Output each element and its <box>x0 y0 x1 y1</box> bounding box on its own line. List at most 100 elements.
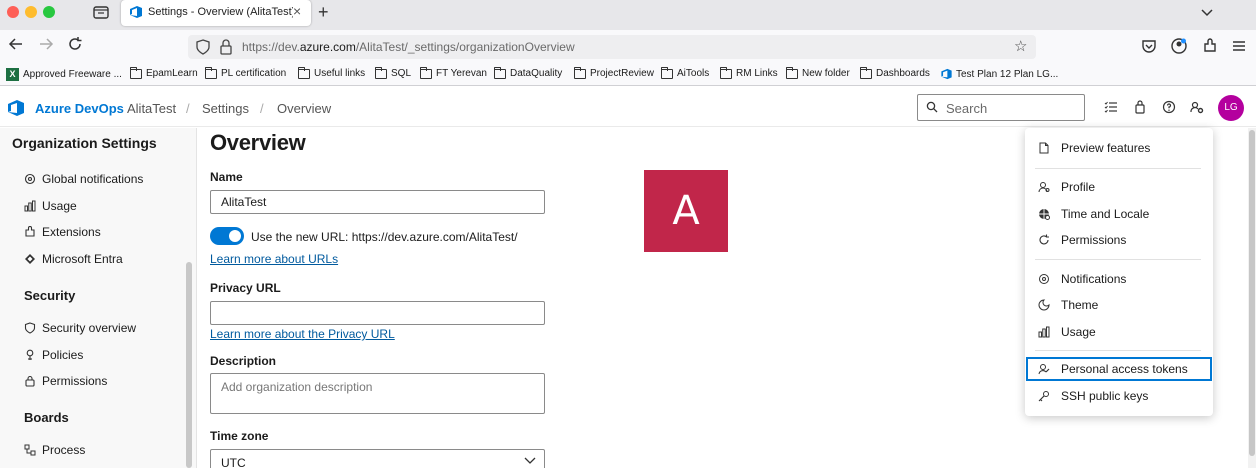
new-url-toggle[interactable] <box>210 227 244 245</box>
bookmark-label: DataQuality <box>510 68 563 79</box>
work-items-list-icon[interactable] <box>1104 100 1118 114</box>
azure-devops-logo-icon[interactable] <box>7 99 25 117</box>
bookmark-item[interactable]: Test Plan 12 Plan LG... <box>940 68 1058 80</box>
forward-arrow-icon[interactable] <box>38 36 54 52</box>
browser-tab-active[interactable]: Settings - Overview (AlitaTest) - × <box>121 0 311 26</box>
url-path: /AlitaTest/_settings/organizationOvervie… <box>355 40 575 54</box>
bookmark-item[interactable]: ProjectReview <box>574 66 654 79</box>
sidebar-item-security-overview[interactable]: Security overview <box>24 321 136 335</box>
menu-item-preview-features[interactable]: Preview features <box>1026 136 1212 160</box>
menu-item-notifications[interactable]: Notifications <box>1026 267 1212 291</box>
bookmark-label: SQL <box>391 68 412 79</box>
window-zoom-button[interactable] <box>43 6 55 18</box>
sidebar-item-policies[interactable]: Policies <box>24 348 83 362</box>
page-scrollbar-thumb[interactable] <box>1249 130 1255 456</box>
search-icon <box>926 101 938 113</box>
window-close-button[interactable] <box>7 6 19 18</box>
excel-icon: X <box>6 68 19 81</box>
menu-item-label: Preview features <box>1061 141 1151 155</box>
sidebar-title: Organization Settings <box>12 135 157 151</box>
menu-divider <box>1035 350 1201 351</box>
bookmark-item[interactable]: PL certification <box>205 66 286 79</box>
bookmark-item[interactable]: EpamLearn <box>130 66 198 79</box>
sidebar-item-extensions[interactable]: Extensions <box>24 225 101 239</box>
folder-icon <box>375 66 387 79</box>
tab-overview-icon[interactable] <box>92 4 110 20</box>
bookmark-item[interactable]: FT Yerevan <box>420 66 487 79</box>
user-settings-menu: Preview features Profile Time and Locale… <box>1025 128 1213 416</box>
menu-item-profile[interactable]: Profile <box>1026 175 1212 199</box>
page-scrollbar[interactable] <box>1248 128 1256 468</box>
process-icon <box>24 444 36 456</box>
breadcrumb-org[interactable]: AlitaTest <box>127 101 176 116</box>
bookmark-item[interactable]: New folder <box>786 66 850 79</box>
menu-item-theme[interactable]: Theme <box>1026 293 1212 317</box>
bookmark-item[interactable]: AiTools <box>661 66 710 79</box>
sidebar-item-process[interactable]: Process <box>24 443 85 457</box>
breadcrumb-overview[interactable]: Overview <box>277 101 331 116</box>
search-input[interactable]: Search <box>917 94 1085 121</box>
sidebar-item-permissions[interactable]: Permissions <box>24 374 107 388</box>
help-icon[interactable] <box>1162 100 1176 114</box>
menu-item-usage[interactable]: Usage <box>1026 320 1212 344</box>
sidebar-item-label: Permissions <box>42 374 108 388</box>
menu-item-time-and-locale[interactable]: Time and Locale <box>1026 202 1212 226</box>
bookmark-star-icon[interactable]: ☆ <box>1014 37 1027 55</box>
shield-icon <box>24 322 36 334</box>
chevron-down-icon[interactable] <box>1200 6 1214 20</box>
window-minimize-button[interactable] <box>25 6 37 18</box>
menu-item-label: Usage <box>1061 325 1096 339</box>
breadcrumb-settings[interactable]: Settings <box>202 101 249 116</box>
ado-header: Azure DevOps AlitaTest / Settings / Over… <box>0 87 1256 127</box>
avatar[interactable]: LG <box>1218 95 1244 121</box>
reload-icon[interactable] <box>67 36 83 52</box>
policy-icon <box>26 349 34 360</box>
bookmark-label: New folder <box>802 68 850 79</box>
breadcrumb-separator: / <box>260 101 264 116</box>
pocket-icon[interactable] <box>1141 38 1157 54</box>
sidebar-scrollbar[interactable] <box>186 262 192 468</box>
privacy-url-field[interactable] <box>210 301 545 325</box>
shield-icon[interactable] <box>196 39 210 55</box>
bookmark-item[interactable]: DataQuality <box>494 66 563 79</box>
bookmark-label: ProjectReview <box>590 68 654 79</box>
bookmark-item[interactable]: X Approved Freeware ... <box>6 68 122 81</box>
time-zone-select[interactable]: UTC <box>210 449 545 468</box>
bookmark-item[interactable]: Dashboards <box>860 66 930 79</box>
organization-name-field[interactable] <box>210 190 545 214</box>
bookmark-item[interactable]: RM Links <box>720 66 778 79</box>
back-arrow-icon[interactable] <box>8 36 24 52</box>
menu-item-personal-access-tokens[interactable]: Personal access tokens <box>1026 357 1212 381</box>
sidebar-item-usage[interactable]: Usage <box>24 199 77 213</box>
new-tab-button[interactable]: + <box>318 2 329 23</box>
bookmark-item[interactable]: Useful links <box>298 66 365 79</box>
bookmark-item[interactable]: SQL <box>375 66 412 79</box>
extensions-icon <box>25 226 35 237</box>
description-field[interactable] <box>210 373 545 414</box>
lock-icon[interactable] <box>220 39 232 55</box>
menu-item-ssh-public-keys[interactable]: SSH public keys <box>1026 384 1212 408</box>
extensions-icon[interactable] <box>1202 38 1218 54</box>
menu-item-label: Time and Locale <box>1061 207 1150 221</box>
organization-avatar[interactable]: A <box>644 170 728 252</box>
account-icon[interactable] <box>1171 38 1187 54</box>
menu-item-label: Notifications <box>1061 272 1127 286</box>
sidebar-item-label: Microsoft Entra <box>42 252 123 266</box>
bookmark-label: AiTools <box>677 68 710 79</box>
learn-more-urls-link[interactable]: Learn more about URLs <box>210 252 338 266</box>
hamburger-menu-icon[interactable] <box>1231 38 1247 54</box>
url-bar[interactable]: https://dev.azure.com/AlitaTest/_setting… <box>188 35 1036 59</box>
menu-item-permissions[interactable]: Permissions <box>1026 228 1212 252</box>
close-icon[interactable]: × <box>293 3 301 19</box>
url-text[interactable]: https://dev.azure.com/AlitaTest/_setting… <box>242 40 575 54</box>
sidebar-item-global-notifications[interactable]: Global notifications <box>24 172 143 186</box>
sidebar-item-microsoft-entra[interactable]: Microsoft Entra <box>24 252 123 266</box>
entra-icon <box>25 254 35 264</box>
learn-more-privacy-link[interactable]: Learn more about the Privacy URL <box>210 327 395 341</box>
brand-link[interactable]: Azure DevOps <box>35 101 124 116</box>
organization-settings-sidebar: Organization Settings Global notificatio… <box>0 128 197 468</box>
chevron-down-icon <box>524 457 536 464</box>
search-placeholder: Search <box>946 101 988 116</box>
marketplace-bag-icon[interactable] <box>1133 100 1147 114</box>
user-settings-icon[interactable] <box>1190 100 1204 114</box>
